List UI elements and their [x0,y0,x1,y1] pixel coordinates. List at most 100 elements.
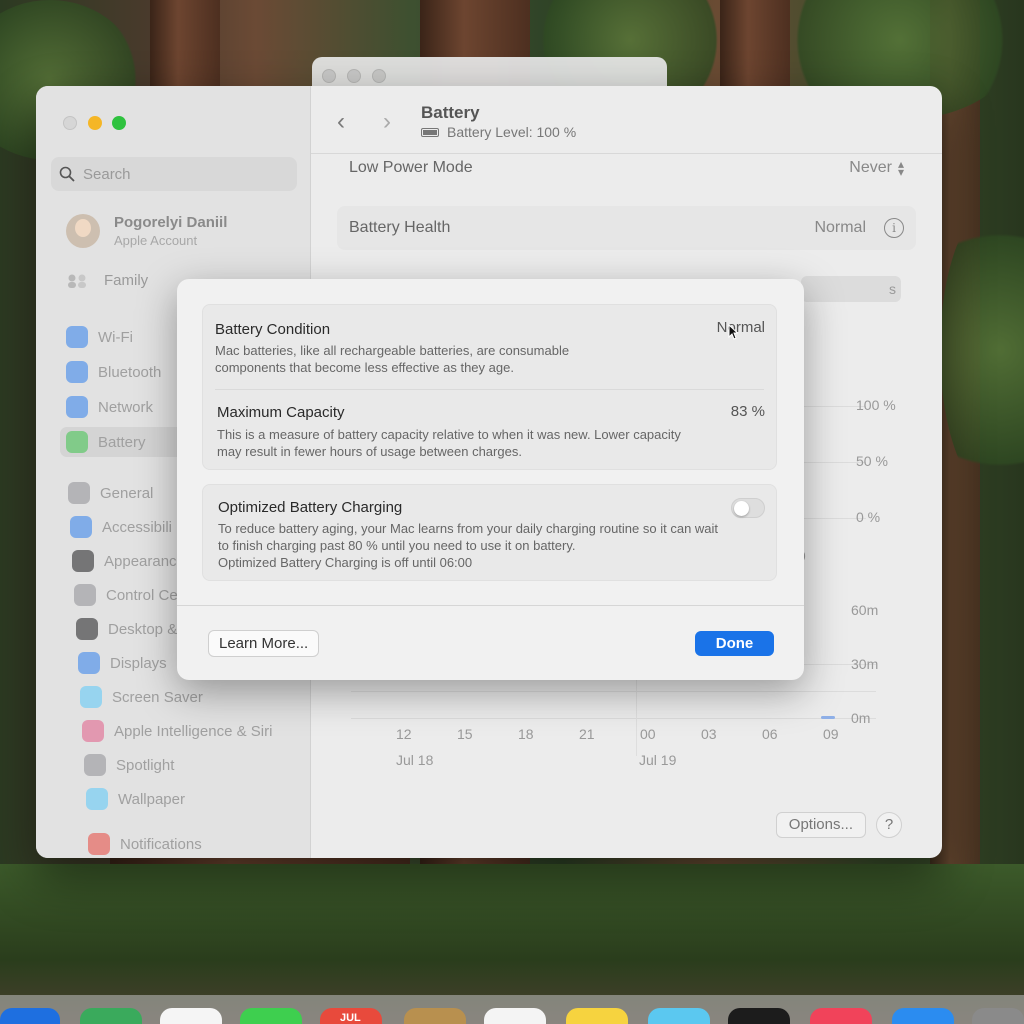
sidebar-item-label: Control Ce [106,586,178,604]
level-tick: 50 % [856,453,888,469]
sidebar-item-family[interactable]: Family [66,272,148,289]
low-power-popup[interactable]: Never ▴ ▾ [849,157,904,179]
usage-tick: 0m [851,710,871,726]
battery-condition-description: Mac batteries, like all rechargeable bat… [215,343,570,375]
sidebar-item-label: Screen Saver [112,688,203,706]
sidebar-item-label: Displays [110,654,167,672]
maximum-capacity-title: Maximum Capacity [217,404,345,421]
photos-icon[interactable] [160,1008,222,1024]
low-power-value: Never [849,159,892,176]
avatar [66,214,100,248]
sidebar-item-spotlight[interactable]: Spotlight [78,750,318,780]
notes-icon[interactable] [566,1008,628,1024]
hour-label: 03 [701,726,717,742]
learn-more-button[interactable]: Learn More... [208,630,320,657]
maps-icon[interactable] [80,1008,142,1024]
toolbar: ‹ › Battery Battery Level: 100 % [311,86,942,154]
options-button[interactable]: Options... [775,812,866,838]
sidebar-item-wallpaper[interactable]: Wallpaper [80,784,320,814]
done-button[interactable]: Done [695,631,774,656]
appearance-icon [72,550,94,572]
sidebar-item-label: General [100,484,154,502]
minimize-dot [347,69,361,83]
sidebar-item-apple-intelligence-siri[interactable]: Apple Intelligence & Siri [76,716,316,746]
sidebar-item-label: Battery [98,433,146,451]
close-dot [322,69,336,83]
sidebar-item-screen-saver[interactable]: Screen Saver [74,682,314,712]
apple-account-item[interactable]: Pogorelyi Daniil Apple Account [66,214,227,248]
finder-icon[interactable] [0,1008,60,1024]
sidebar-item-label: Wallpaper [118,790,185,808]
close-button[interactable] [63,116,77,130]
hour-label: 00 [640,726,656,742]
siri-icon [82,720,104,742]
minimize-button[interactable] [88,116,102,130]
optimized-charging-description: To reduce battery aging, your Mac learns… [218,521,719,553]
music-icon[interactable] [810,1008,872,1024]
low-power-label: Low Power Mode [349,159,473,176]
chevron-updown-icon: ▴ ▾ [897,157,904,179]
toggle-knob [734,501,749,516]
page-title: Battery [421,103,480,122]
search-icon [59,166,75,182]
spotlight-icon [84,754,106,776]
day-divider [636,676,637,756]
hour-label: 15 [457,726,473,742]
battery-condition-title: Battery Condition [215,321,331,338]
hour-label: 06 [762,726,778,742]
level-tick: 100 % [856,397,896,413]
calendar-month: JUL [340,1012,361,1024]
help-button[interactable]: ? [876,812,902,838]
wifi-icon [66,326,88,348]
usage-bar [821,716,835,719]
optimized-charging-status: Optimized Battery Charging is off until … [218,555,473,570]
optimized-charging-group: Optimized Battery Charging To reduce bat… [202,484,777,581]
battery-icon [66,431,88,453]
sidebar-item-notifications[interactable]: Notifications [82,829,322,858]
sidebar-item-label: Appearanc [104,552,177,570]
app-store-icon[interactable] [892,1008,954,1024]
usage-tick: 60m [851,602,879,618]
sidebar-item-label: Family [104,272,149,289]
search-field[interactable]: Search [51,157,297,191]
globe-icon [66,396,88,418]
sidebar-item-label: Apple Intelligence & Siri [114,722,273,740]
sidebar-item-label: Accessibili [102,518,173,536]
grid-line [351,718,876,719]
low-power-mode-row: Low Power Mode Never ▴ ▾ [337,146,916,190]
optimized-charging-toggle[interactable] [731,498,765,518]
date-label: Jul 19 [639,752,677,768]
tv-icon[interactable] [728,1008,790,1024]
info-icon[interactable]: i [884,218,904,238]
battery-level-text: Battery Level: 100 % [447,124,577,140]
hour-label: 09 [823,726,839,742]
forward-arrow-icon[interactable]: › [383,108,391,136]
sidebar-item-label: Network [98,398,154,416]
reminders-icon[interactable] [484,1008,546,1024]
sheet-divider [177,605,804,606]
sidebar-item-label: Spotlight [116,756,175,774]
screen-saver-icon [80,686,102,708]
back-arrow-icon[interactable]: ‹ [337,108,345,136]
battery-health-sheet: Battery Condition Normal Mac batteries, … [177,279,804,680]
segmented-control[interactable]: s [801,276,901,302]
battery-icon [421,127,439,137]
facetime-icon[interactable] [240,1008,302,1024]
date-label: Jul 18 [396,752,434,768]
sidebar-item-label: Wi-Fi [98,328,133,346]
hour-label: 18 [518,726,534,742]
freeform-icon[interactable] [648,1008,710,1024]
usage-tick: 30m [851,656,879,672]
optimized-charging-title: Optimized Battery Charging [218,499,403,516]
segment-label: s [889,281,896,297]
system-settings-icon[interactable] [972,1008,1024,1024]
grid-line [351,691,876,692]
contacts-icon[interactable] [404,1008,466,1024]
gear-icon [68,482,90,504]
hour-label: 12 [396,726,412,742]
zoom-button[interactable] [112,116,126,130]
maximum-capacity-description: This is a measure of battery capacity re… [217,427,681,459]
zoom-dot [372,69,386,83]
account-name: Pogorelyi Daniil [114,214,228,231]
divider [215,389,764,390]
